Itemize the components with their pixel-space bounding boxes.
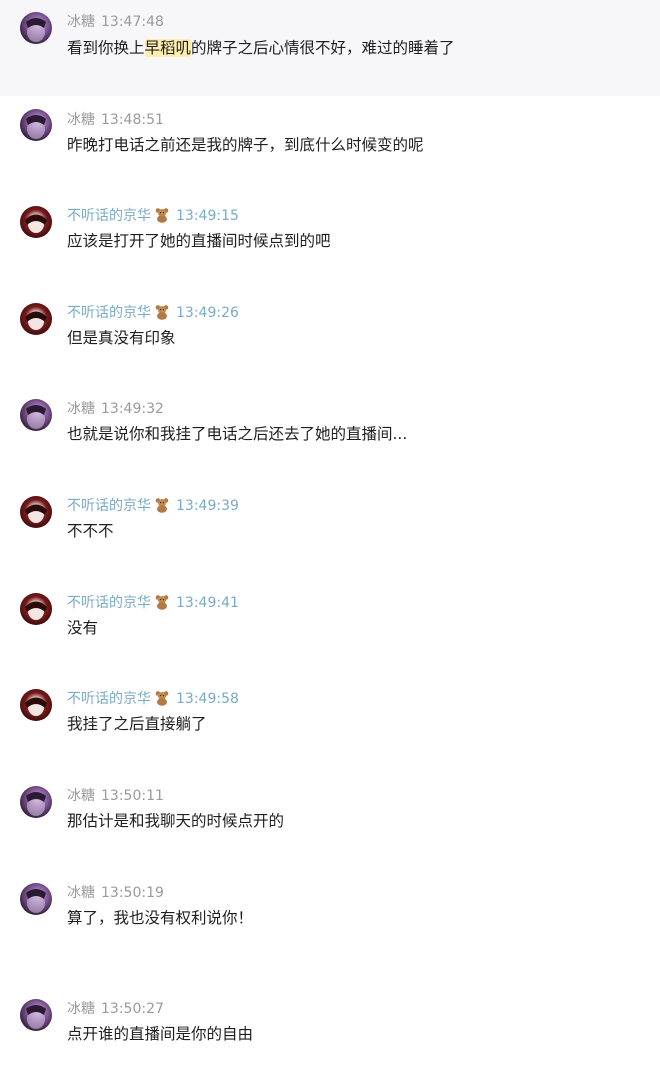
message-row: 不听话的京华 13:49:41 没有 [0,579,660,675]
message-text: 但是真没有印象 [67,329,176,347]
message-row: 冰糖 13:48:51 昨晚打电话之前还是我的牌子，到底什么时候变的呢 [0,96,660,192]
sender-name[interactable]: 不听话的京华 [67,595,151,611]
highlighted-badge-name: 早稻叽 [144,39,192,57]
sender-name[interactable]: 冰糖 [67,401,95,417]
sender-name[interactable]: 不听话的京华 [67,691,151,707]
timestamp: 13:50:19 [101,885,164,901]
avatar-jinghua[interactable] [20,206,52,238]
message-row: 不听话的京华 13:49:26 但是真没有印象 [0,289,660,385]
message-meta: 不听话的京华 13:49:58 [67,690,239,708]
timestamp: 13:49:58 [176,691,239,707]
teddy-bear-icon [155,691,169,706]
sender-name[interactable]: 不听话的京华 [67,305,151,321]
message-meta: 冰糖 13:50:11 [67,787,164,805]
message-text-part: 的牌子之后心情很不好，难过的睡着了 [191,39,455,57]
sender-name[interactable]: 冰糖 [67,14,95,30]
message-row: 冰糖 13:50:11 那估计是和我聊天的时候点开的 [0,772,660,869]
avatar-jinghua[interactable] [20,593,52,625]
message-meta: 冰糖 13:49:32 [67,400,164,418]
message-row: 冰糖 13:50:27 点开谁的直播间是你的自由 [0,985,660,1069]
teddy-bear-icon [155,498,169,513]
message-meta: 冰糖 13:47:48 [67,13,164,31]
timestamp: 13:47:48 [101,14,164,30]
teddy-bear-icon [155,208,169,223]
message-meta: 冰糖 13:48:51 [67,111,164,129]
message-text-part: 看到你换上 [67,39,145,57]
message-text: 也就是说你和我挂了电话之后还去了她的直播间... [67,425,408,443]
message-text: 没有 [67,619,99,637]
message-row: 不听话的京华 13:49:15 应该是打开了她的直播间时候点到的吧 [0,192,660,289]
teddy-bear-icon [155,305,169,320]
sender-name[interactable]: 冰糖 [67,1001,95,1017]
avatar-bingtang[interactable] [20,109,52,141]
message-meta: 冰糖 13:50:27 [67,1000,164,1018]
message-row: 冰糖 13:47:48 看到你换上早稻叽的牌子之后心情很不好，难过的睡着了 [0,0,660,96]
message-meta: 不听话的京华 13:49:26 [67,304,239,322]
avatar-bingtang[interactable] [20,999,52,1031]
sender-name[interactable]: 不听话的京华 [67,208,151,224]
timestamp: 13:48:51 [101,112,164,128]
sender-name[interactable]: 不听话的京华 [67,498,151,514]
timestamp: 13:50:27 [101,1001,164,1017]
message-row: 不听话的京华 13:49:39 不不不 [0,482,660,579]
message-row: 不听话的京华 13:49:58 我挂了之后直接躺了 [0,675,660,772]
message-meta: 不听话的京华 13:49:39 [67,497,239,515]
sender-name[interactable]: 冰糖 [67,788,95,804]
message-meta: 冰糖 13:50:19 [67,884,164,902]
timestamp: 13:50:11 [101,788,164,804]
avatar-jinghua[interactable] [20,689,52,721]
chat-log: 冰糖 13:47:48 看到你换上早稻叽的牌子之后心情很不好，难过的睡着了 冰糖 1… [0,0,660,1069]
timestamp: 13:49:41 [176,595,239,611]
message-meta: 不听话的京华 13:49:41 [67,594,239,612]
message-text: 应该是打开了她的直播间时候点到的吧 [67,232,331,250]
message-row: 冰糖 13:49:32 也就是说你和我挂了电话之后还去了她的直播间... [0,385,660,482]
timestamp: 13:49:15 [176,208,239,224]
avatar-jinghua[interactable] [20,496,52,528]
sender-name[interactable]: 冰糖 [67,885,95,901]
message-text: 不不不 [67,522,114,540]
avatar-bingtang[interactable] [20,12,52,44]
avatar-jinghua[interactable] [20,303,52,335]
message-text: 我挂了之后直接躺了 [67,715,207,733]
message-text: 点开谁的直播间是你的自由 [67,1025,254,1043]
timestamp: 13:49:26 [176,305,239,321]
message-text: 那估计是和我聊天的时候点开的 [67,812,285,830]
message-text: 看到你换上早稻叽的牌子之后心情很不好，难过的睡着了 [67,37,455,59]
timestamp: 13:49:39 [176,498,239,514]
avatar-bingtang[interactable] [20,883,52,915]
message-row: 冰糖 13:50:19 算了，我也没有权利说你！ [0,869,660,985]
avatar-bingtang[interactable] [20,399,52,431]
avatar-bingtang[interactable] [20,786,52,818]
timestamp: 13:49:32 [101,401,164,417]
message-meta: 不听话的京华 13:49:15 [67,207,239,225]
sender-name[interactable]: 冰糖 [67,112,95,128]
message-text: 昨晚打电话之前还是我的牌子，到底什么时候变的呢 [67,136,424,154]
message-text: 算了，我也没有权利说你！ [67,909,254,927]
teddy-bear-icon [155,595,169,610]
